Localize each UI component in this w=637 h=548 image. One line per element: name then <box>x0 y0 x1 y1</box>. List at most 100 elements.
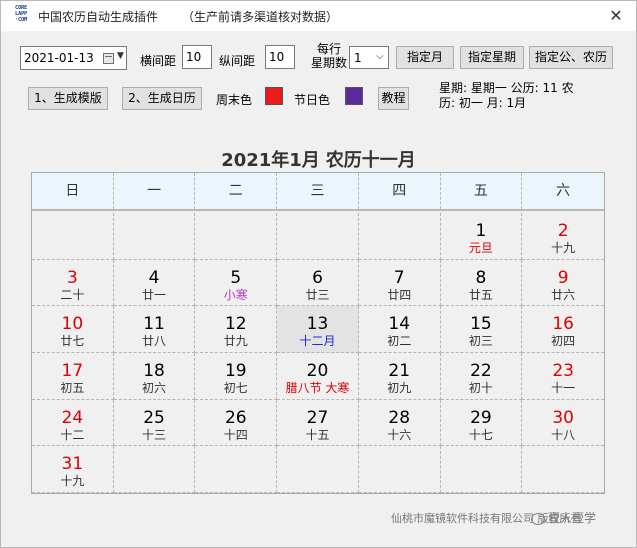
calendar-day-cell[interactable]: 31 十九 <box>32 446 114 493</box>
weekday-sun: 日 <box>32 173 114 209</box>
per-row-select[interactable]: 1 ⌵ <box>349 46 389 69</box>
close-icon[interactable]: ✕ <box>605 5 627 27</box>
calendar-day-number: 3 <box>66 267 78 288</box>
calendar-day-cell[interactable]: 4 廿一 <box>113 259 196 307</box>
calendar-day-cell[interactable]: 6 廿三 <box>277 259 359 307</box>
calendar-day-number: 2 <box>557 221 569 241</box>
calendar-day-cell[interactable]: 13 十二月 <box>277 306 359 353</box>
calendar-day-cell[interactable]: 10 廿七 <box>32 306 114 353</box>
calendar-day-cell[interactable]: 28 十六 <box>358 399 441 447</box>
date-picker[interactable]: 2021-01-13 ▼ <box>20 46 127 70</box>
calendar-day-cell[interactable]: 22 初十 <box>440 353 523 400</box>
chevron-down-icon[interactable]: ▼ <box>117 51 124 61</box>
calendar-day-number: 30 <box>552 407 574 428</box>
calendar-day-cell[interactable]: 8 廿五 <box>440 259 523 307</box>
calendar-day-cell[interactable]: 7 廿四 <box>358 259 441 307</box>
calendar-day-cell[interactable]: 20 腊八节 大寒 <box>277 353 359 400</box>
specify-month-button[interactable]: 指定月 <box>396 46 454 69</box>
calendar-lunar-label: 廿一 <box>142 287 167 302</box>
title-bar: CORE LAPP ·COM 中国农历自动生成插件 （生产前请多渠道核对数据） … <box>1 1 636 31</box>
per-row-label: 每行 星期数 <box>311 42 348 70</box>
weekday-header: 日 一 二 三 四 五 六 <box>32 173 604 211</box>
calendar-day-cell[interactable]: 23 十一 <box>522 353 604 400</box>
calendar-day-cell[interactable]: 17 初五 <box>32 353 114 400</box>
calendar-day-cell[interactable]: 27 十五 <box>277 399 359 447</box>
window-title: 中国农历自动生成插件 <box>38 10 159 24</box>
calendar-day-number: 18 <box>143 361 165 381</box>
calendar-empty-cell <box>32 213 114 260</box>
calendar-lunar-label: 初四 <box>551 334 576 349</box>
calendar-day-cell[interactable]: 11 廿八 <box>113 306 196 353</box>
calendar-day-cell[interactable]: 3 二十 <box>32 259 114 307</box>
calendar-day-cell[interactable]: 26 十四 <box>195 399 278 447</box>
calendar-empty-cell <box>277 213 359 260</box>
calendar-empty-cell <box>522 446 604 493</box>
calendar-day-cell[interactable]: 25 十三 <box>113 399 196 447</box>
calendar-lunar-label: 十三 <box>142 427 167 442</box>
calendar-day-cell[interactable]: 2 十九 <box>522 213 604 260</box>
calendar-day-number: 29 <box>470 407 492 428</box>
calendar-lunar-label: 十八 <box>551 427 576 442</box>
date-info-line-1: 星期: 星期一 公历: 11 农 <box>439 81 574 95</box>
generate-calendar-button[interactable]: 2、生成日历 <box>122 87 202 110</box>
calendar-day-number: 28 <box>388 407 411 428</box>
window-title-note: （生产前请多渠道核对数据） <box>182 10 339 24</box>
calendar-lunar-label: 二十 <box>60 287 85 302</box>
chevron-down-icon: ⌵ <box>376 51 384 62</box>
calendar-day-number: 31 <box>61 454 84 475</box>
calendar-icon[interactable] <box>103 53 114 64</box>
calendar-day-cell[interactable]: 24 十二 <box>32 399 114 447</box>
calendar-lunar-label: 十二 <box>60 427 85 442</box>
calendar-day-cell[interactable]: 29 十七 <box>440 399 523 447</box>
calendar-day-cell[interactable]: 21 初九 <box>358 353 441 400</box>
date-info: 星期: 星期一 公历: 11 农 历: 初一 月: 1月 <box>439 81 574 111</box>
calendar-day-cell[interactable]: 9 廿六 <box>522 260 604 307</box>
brand-label: 壹人壹学 <box>531 509 596 526</box>
calendar-day-number: 1 <box>475 221 487 241</box>
calendar-lunar-label: 廿九 <box>223 334 248 349</box>
calendar-lunar-label: 腊八节 大寒 <box>285 381 350 395</box>
app-logo-icon: CORE LAPP ·COM <box>15 5 28 23</box>
calendar-day-number: 9 <box>557 267 569 288</box>
v-spacing-input[interactable]: 10 <box>265 45 295 69</box>
calendar-day-number: 20 <box>306 361 329 381</box>
tutorial-button[interactable]: 教程 <box>378 87 409 110</box>
calendar-day-number: 15 <box>470 314 492 335</box>
calendar-title-solar: 2021年1月 <box>221 150 320 171</box>
calendar-empty-cell <box>440 446 523 493</box>
weekday-tue: 二 <box>195 173 278 209</box>
calendar-lunar-label: 十九 <box>60 474 85 489</box>
weekday-thu: 四 <box>359 173 441 209</box>
calendar-day-number: 14 <box>388 314 411 335</box>
calendar-day-number: 26 <box>224 407 247 428</box>
calendar-lunar-label: 元旦 <box>468 241 493 255</box>
calendar-lunar-label: 十九 <box>551 241 576 255</box>
calendar-day-cell[interactable]: 12 廿九 <box>195 306 278 353</box>
calendar-day-cell[interactable]: 1 元旦 <box>440 213 523 260</box>
holiday-color-swatch[interactable] <box>345 87 363 105</box>
calendar-day-cell[interactable]: 19 初七 <box>195 353 278 400</box>
calendar-day-cell[interactable]: 16 初四 <box>522 306 604 353</box>
calendar-lunar-label: 廿五 <box>468 287 493 302</box>
weekend-color-swatch[interactable] <box>265 87 283 105</box>
calendar-day-cell[interactable]: 14 初二 <box>358 306 441 353</box>
calendar-day-number: 10 <box>61 314 84 335</box>
app-window: CORE LAPP ·COM 中国农历自动生成插件 （生产前请多渠道核对数据） … <box>0 0 637 548</box>
calendar-day-cell[interactable]: 15 初三 <box>440 306 523 353</box>
calendar-day-number: 23 <box>552 361 574 381</box>
calendar-day-number: 27 <box>306 407 329 428</box>
v-spacing-label: 纵间距 <box>219 54 256 68</box>
calendar-day-number: 19 <box>224 361 247 381</box>
calendar-lunar-label: 初六 <box>142 381 167 395</box>
specify-gregorian-lunar-button[interactable]: 指定公、农历 <box>529 46 613 69</box>
calendar-day-number: 6 <box>312 267 323 288</box>
calendar-empty-cell <box>358 446 441 493</box>
h-spacing-input[interactable]: 10 <box>182 45 212 69</box>
calendar-day-cell[interactable]: 5 小寒 <box>195 259 278 307</box>
generate-template-button[interactable]: 1、生成模版 <box>28 87 108 110</box>
calendar-day-number: 12 <box>224 314 247 335</box>
h-spacing-label: 横间距 <box>140 54 177 68</box>
calendar-day-cell[interactable]: 18 初六 <box>113 353 196 400</box>
specify-weekday-button[interactable]: 指定星期 <box>460 46 524 69</box>
calendar-day-cell[interactable]: 30 十八 <box>522 400 604 447</box>
